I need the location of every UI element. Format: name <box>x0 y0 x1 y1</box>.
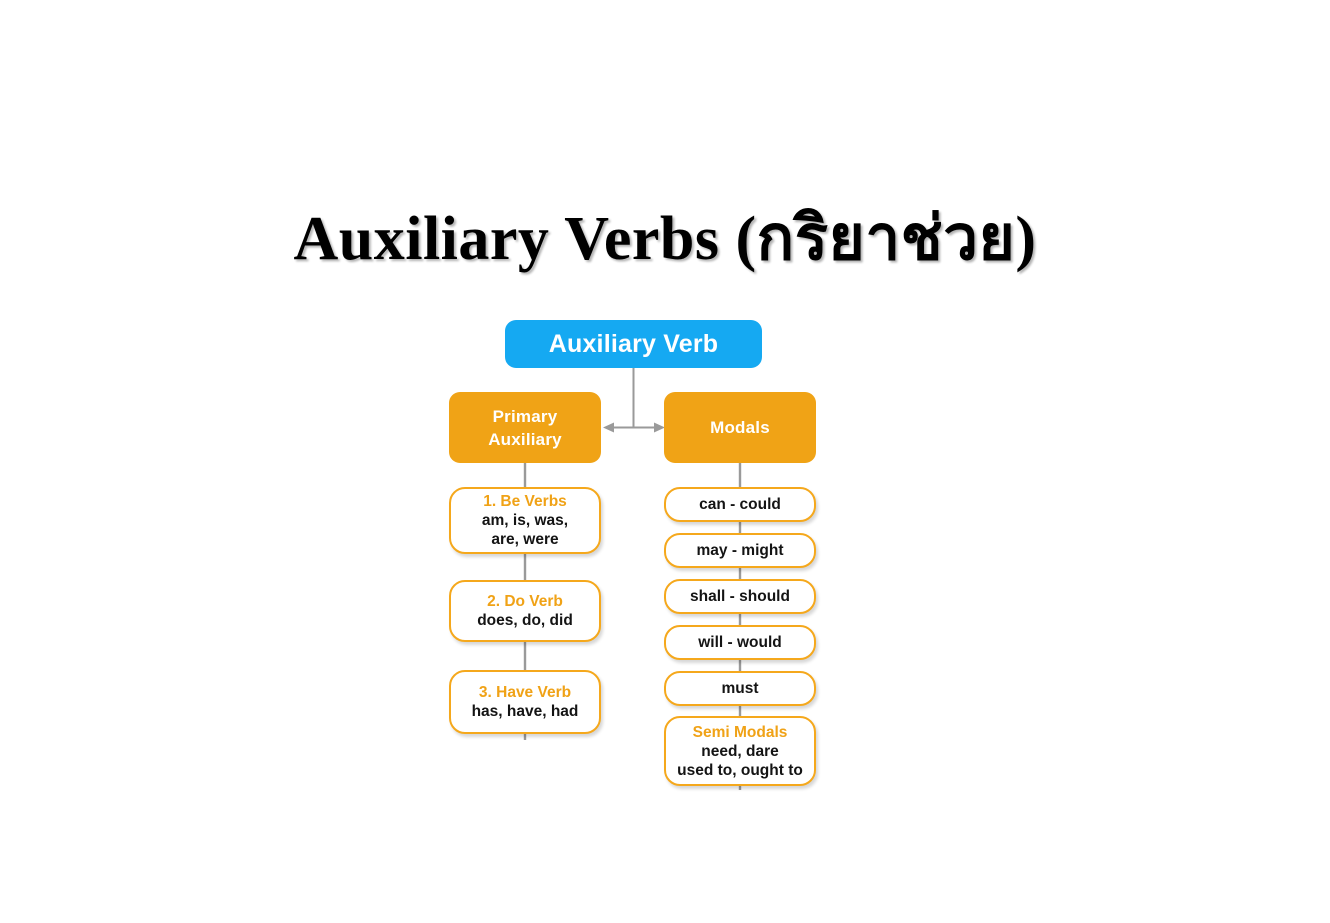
leaf-can-could-line-1: can - could <box>699 496 781 513</box>
leaf-have-verb-line-1: has, have, had <box>471 703 579 720</box>
node-primary-auxiliary-label: Primary Auxiliary <box>488 406 562 449</box>
leaf-do-verb[interactable]: 2. Do Verb does, do, did <box>449 580 601 642</box>
leaf-will-would[interactable]: will - would <box>664 625 816 660</box>
leaf-can-could[interactable]: can - could <box>664 487 816 522</box>
node-auxiliary-verb[interactable]: Auxiliary Verb <box>505 320 762 368</box>
leaf-must[interactable]: must <box>664 671 816 706</box>
leaf-be-verbs-line-1: am, is, was, <box>481 512 569 529</box>
leaf-will-would-line-1: will - would <box>698 634 782 651</box>
leaf-do-verb-line-1: does, do, did <box>477 612 573 629</box>
leaf-shall-should[interactable]: shall - should <box>664 579 816 614</box>
leaf-be-verbs-line-2: are, were <box>491 531 559 548</box>
connector-lines <box>523 368 742 790</box>
page-root: Auxiliary Verbs (กริยาช่วย) Auxiliary Ve… <box>0 0 1330 923</box>
node-modals[interactable]: Modals <box>664 392 816 463</box>
auxiliary-verbs-diagram: Auxiliary Verb Primary Auxiliary Modals 1… <box>0 0 1330 923</box>
leaf-semi-modals-line-2: used to, ought to <box>677 761 803 779</box>
leaf-semi-modals-line-1: need, dare <box>701 742 779 760</box>
leaf-shall-should-line-1: shall - should <box>690 588 790 605</box>
leaf-semi-modals[interactable]: Semi Modals need, dare used to, ought to <box>664 716 816 786</box>
node-auxiliary-verb-label: Auxiliary Verb <box>548 329 719 358</box>
leaf-do-verb-heading: 2. Do Verb <box>487 593 563 610</box>
node-primary-auxiliary[interactable]: Primary Auxiliary <box>449 392 601 463</box>
leaf-must-line-1: must <box>721 680 759 697</box>
leaf-may-might-line-1: may - might <box>696 542 784 559</box>
node-modals-label: Modals <box>710 418 770 437</box>
leaf-be-verbs[interactable]: 1. Be Verbs am, is, was, are, were <box>449 487 601 554</box>
leaf-have-verb-heading: 3. Have Verb <box>478 684 572 701</box>
leaf-may-might[interactable]: may - might <box>664 533 816 568</box>
leaf-be-verbs-heading: 1. Be Verbs <box>483 493 567 510</box>
leaf-semi-modals-heading: Semi Modals <box>692 723 788 741</box>
leaf-have-verb[interactable]: 3. Have Verb has, have, had <box>449 670 601 734</box>
